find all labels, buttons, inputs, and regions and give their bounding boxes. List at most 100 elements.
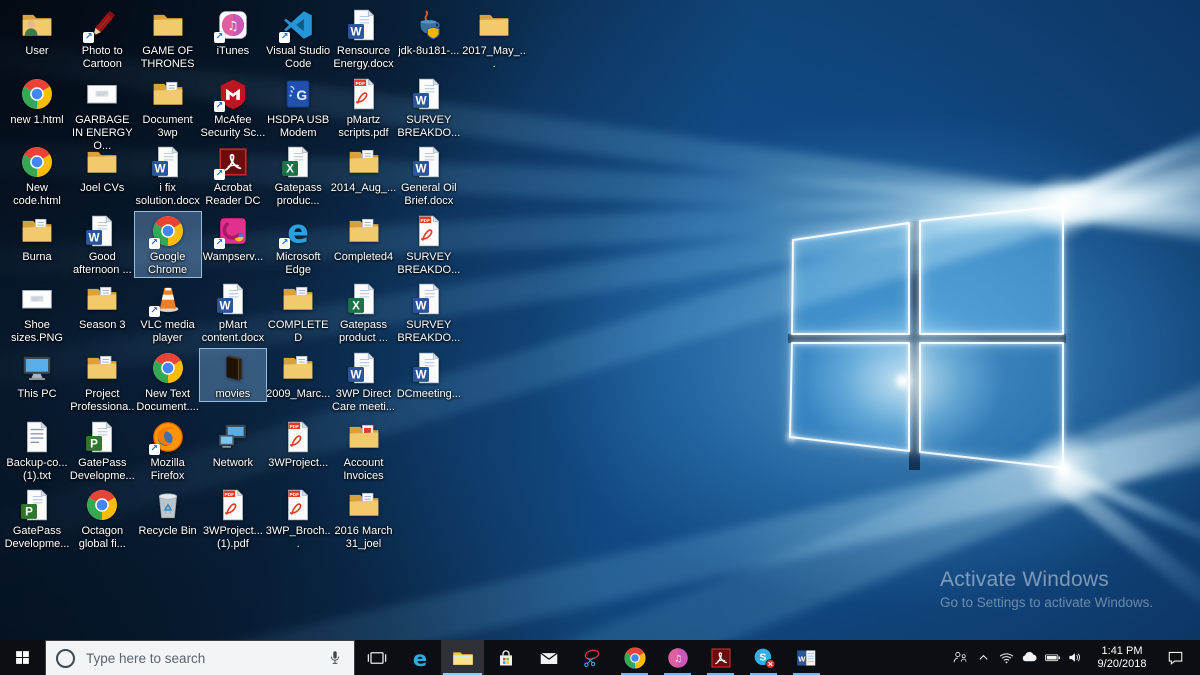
tray-network-wifi-button[interactable] <box>995 640 1018 675</box>
desktop-icon-dcmeeting[interactable]: WDCmeeting... <box>395 348 463 402</box>
desktop-icon-label: GatePass Developme... <box>4 525 70 551</box>
desktop-icon-microsoft-edge[interactable]: e↗Microsoft Edge <box>264 211 332 278</box>
desktop-icon-recycle-bin[interactable]: Recycle Bin <box>134 485 202 539</box>
desktop-icon-good-afternoon[interactable]: WGood afternoon ... <box>68 211 136 278</box>
word-icon: W <box>412 145 446 179</box>
desktop-icon-burna[interactable]: Burna <box>3 211 71 265</box>
desktop-icon-pmart-content-docx[interactable]: WpMart content.docx <box>199 279 267 346</box>
desktop-icon-hsdpa-usb-modem[interactable]: GHSDPA USB Modem <box>264 74 332 141</box>
desktop-icon-completed4[interactable]: Completed4 <box>330 211 398 265</box>
txt-icon <box>20 420 54 454</box>
desktop-icon-survey-breakdo[interactable]: WSURVEY BREAKDO... <box>395 279 463 346</box>
desktop-icon-label: Backup-co... (1).txt <box>4 457 70 483</box>
taskbar-word-button[interactable]: W <box>785 640 828 675</box>
tray-battery-button[interactable] <box>1041 640 1064 675</box>
desktop-icon-gatepass-produc[interactable]: XGatepass produc... <box>264 142 332 209</box>
desktop-icon-gatepass-developme[interactable]: PGatePass Developme... <box>68 417 136 484</box>
start-button[interactable] <box>0 640 45 675</box>
chrome-icon <box>85 488 119 522</box>
taskbar-search-box[interactable] <box>45 640 355 675</box>
desktop-icon-general-oil-brief-docx[interactable]: W General Oil Brief.docx <box>395 142 463 209</box>
desktop-icon-mcafee-security-sc[interactable]: ↗McAfee Security Sc... <box>199 74 267 141</box>
taskbar-itunes-button[interactable]: ♫ <box>656 640 699 675</box>
taskbar-snipping-tool-button[interactable] <box>570 640 613 675</box>
desktop-icon-rensource-energy-docx[interactable]: WRensource Energy.docx <box>330 5 398 72</box>
desktop-icon-label: Photo to Cartoon <box>69 45 135 71</box>
chrome-icon <box>20 145 54 179</box>
desktop-icon-document-3wp[interactable]: Document 3wp <box>134 74 202 141</box>
microphone-icon[interactable] <box>326 649 344 667</box>
folder-doc-icon <box>347 488 381 522</box>
desktop-icon-2014-aug[interactable]: 2014_Aug_... <box>330 142 398 196</box>
desktop-icon-gatepass-developme[interactable]: P GatePass Developme... <box>3 485 71 552</box>
clock-time: 1:41 PM <box>1089 645 1155 658</box>
desktop-icon-vlc-media-player[interactable]: ↗VLC media player <box>134 279 202 346</box>
desktop-icon-survey-breakdo[interactable]: WSURVEY BREAKDO... <box>395 74 463 141</box>
user-folder-icon <box>20 8 54 42</box>
tray-people-button[interactable] <box>949 640 972 675</box>
taskbar-task-view-button[interactable] <box>355 640 398 675</box>
thispc-icon <box>20 351 54 385</box>
search-input[interactable] <box>84 650 317 667</box>
desktop-icon-2016-march-31-joel[interactable]: 2016 March 31_joel <box>330 485 398 552</box>
desktop-icon-user[interactable]: User <box>3 5 71 59</box>
system-tray: 1:41 PM 9/20/2018 <box>949 640 1200 675</box>
desktop-icon-3wp-broch[interactable]: PDF3WP_Broch... <box>264 485 332 552</box>
desktop-icon-survey-breakdo[interactable]: PDFSURVEY BREAKDO... <box>395 211 463 278</box>
taskbar-acrobat-reader-button[interactable] <box>699 640 742 675</box>
desktop-icon-2017-may[interactable]: 2017_May_... <box>460 5 528 72</box>
shortcut-arrow-overlay-icon: ↗ <box>214 238 225 249</box>
desktop-icon-gatepass-product[interactable]: XGatepass product ... <box>330 279 398 346</box>
desktop-icon-3wproject[interactable]: PDF3WProject... <box>264 417 332 471</box>
desktop-icon-label: General Oil Brief.docx <box>396 182 462 208</box>
desktop-icon-network[interactable]: Network <box>199 417 267 471</box>
desktop-icon-pmartz-scripts-pdf[interactable]: PDFpMartz scripts.pdf <box>330 74 398 141</box>
desktop-icon-photo-to-cartoon[interactable]: ↗Photo to Cartoon <box>68 5 136 72</box>
pdf-icon: PDF <box>281 420 315 454</box>
desktop-icon-game-of-thrones[interactable]: GAME OF THRONES <box>134 5 202 72</box>
taskbar-skype-button[interactable]: S <box>742 640 785 675</box>
desktop-icon-label: Mozilla Firefox <box>135 457 201 483</box>
desktop-icon-wampserv[interactable]: ↗Wampserv... <box>199 211 267 265</box>
desktop-icon-label: Document 3wp <box>135 114 201 140</box>
tray-hidden-icons-button[interactable] <box>972 640 995 675</box>
desktop-icon-backup-co-1-txt[interactable]: Backup-co... (1).txt <box>3 417 71 484</box>
desktop-icon-jdk-8u181[interactable]: jdk-8u181-... <box>395 5 463 59</box>
taskbar-microsoft-store-button[interactable] <box>484 640 527 675</box>
desktop-icon-new-text-document[interactable]: New Text Document.... <box>134 348 202 415</box>
desktop-icon-itunes[interactable]: ♫↗iTunes <box>199 5 267 59</box>
svg-text:P: P <box>25 506 33 519</box>
desktop-icon-new-code-html[interactable]: New code.html <box>3 142 71 209</box>
word-icon: W <box>151 145 185 179</box>
desktop-icon-new-1-html[interactable]: new 1.html <box>3 74 71 128</box>
taskbar-edge-button[interactable]: e <box>398 640 441 675</box>
desktop-icon-account-invoices[interactable]: Account Invoices <box>330 417 398 484</box>
network-icon <box>216 420 250 454</box>
desktop-icon-movies[interactable]: movies <box>199 348 267 402</box>
desktop-icon-google-chrome[interactable]: ↗Google Chrome <box>134 211 202 278</box>
desktop-icon-octagon-global-fi[interactable]: Octagon global fi... <box>68 485 136 552</box>
taskbar-clock[interactable]: 1:41 PM 9/20/2018 <box>1087 645 1157 671</box>
desktop-icon-shoe-sizes-png[interactable]: Shoe sizes.PNG <box>3 279 71 346</box>
desktop-icon-2009-marc[interactable]: 2009_Marc... <box>264 348 332 402</box>
desktop-icon-completed[interactable]: COMPLETED <box>264 279 332 346</box>
desktop-icon-this-pc[interactable]: This PC <box>3 348 71 402</box>
desktop-icon-i-fix-solution-docx[interactable]: Wi fix solution.docx <box>134 142 202 209</box>
desktop-icon-season-3[interactable]: Season 3 <box>68 279 136 333</box>
folder-doc-icon <box>20 214 54 248</box>
action-center-button[interactable] <box>1157 648 1193 667</box>
tray-volume-button[interactable] <box>1064 640 1087 675</box>
desktop-icon-visual-studio-code[interactable]: ↗Visual Studio Code <box>264 5 332 72</box>
svg-text:e: e <box>412 646 426 669</box>
desktop-icon-mozilla-firefox[interactable]: ↗Mozilla Firefox <box>134 417 202 484</box>
desktop-icon-acrobat-reader-dc[interactable]: ↗Acrobat Reader DC <box>199 142 267 209</box>
desktop-icon-joel-cvs[interactable]: Joel CVs <box>68 142 136 196</box>
taskbar-mail-button[interactable] <box>527 640 570 675</box>
acrobat-icon: ↗ <box>216 145 250 179</box>
svg-text:PDF: PDF <box>290 492 300 498</box>
desktop-icon-3wp-direct-care-meeti[interactable]: W3WP Direct Care meeti... <box>330 348 398 415</box>
desktop-icon-3wproject-1-pdf[interactable]: PDF3WProject... (1).pdf <box>199 485 267 552</box>
taskbar-file-explorer-button[interactable] <box>441 640 484 675</box>
taskbar-google-chrome-button[interactable] <box>613 640 656 675</box>
tray-onedrive-button[interactable] <box>1018 640 1041 675</box>
